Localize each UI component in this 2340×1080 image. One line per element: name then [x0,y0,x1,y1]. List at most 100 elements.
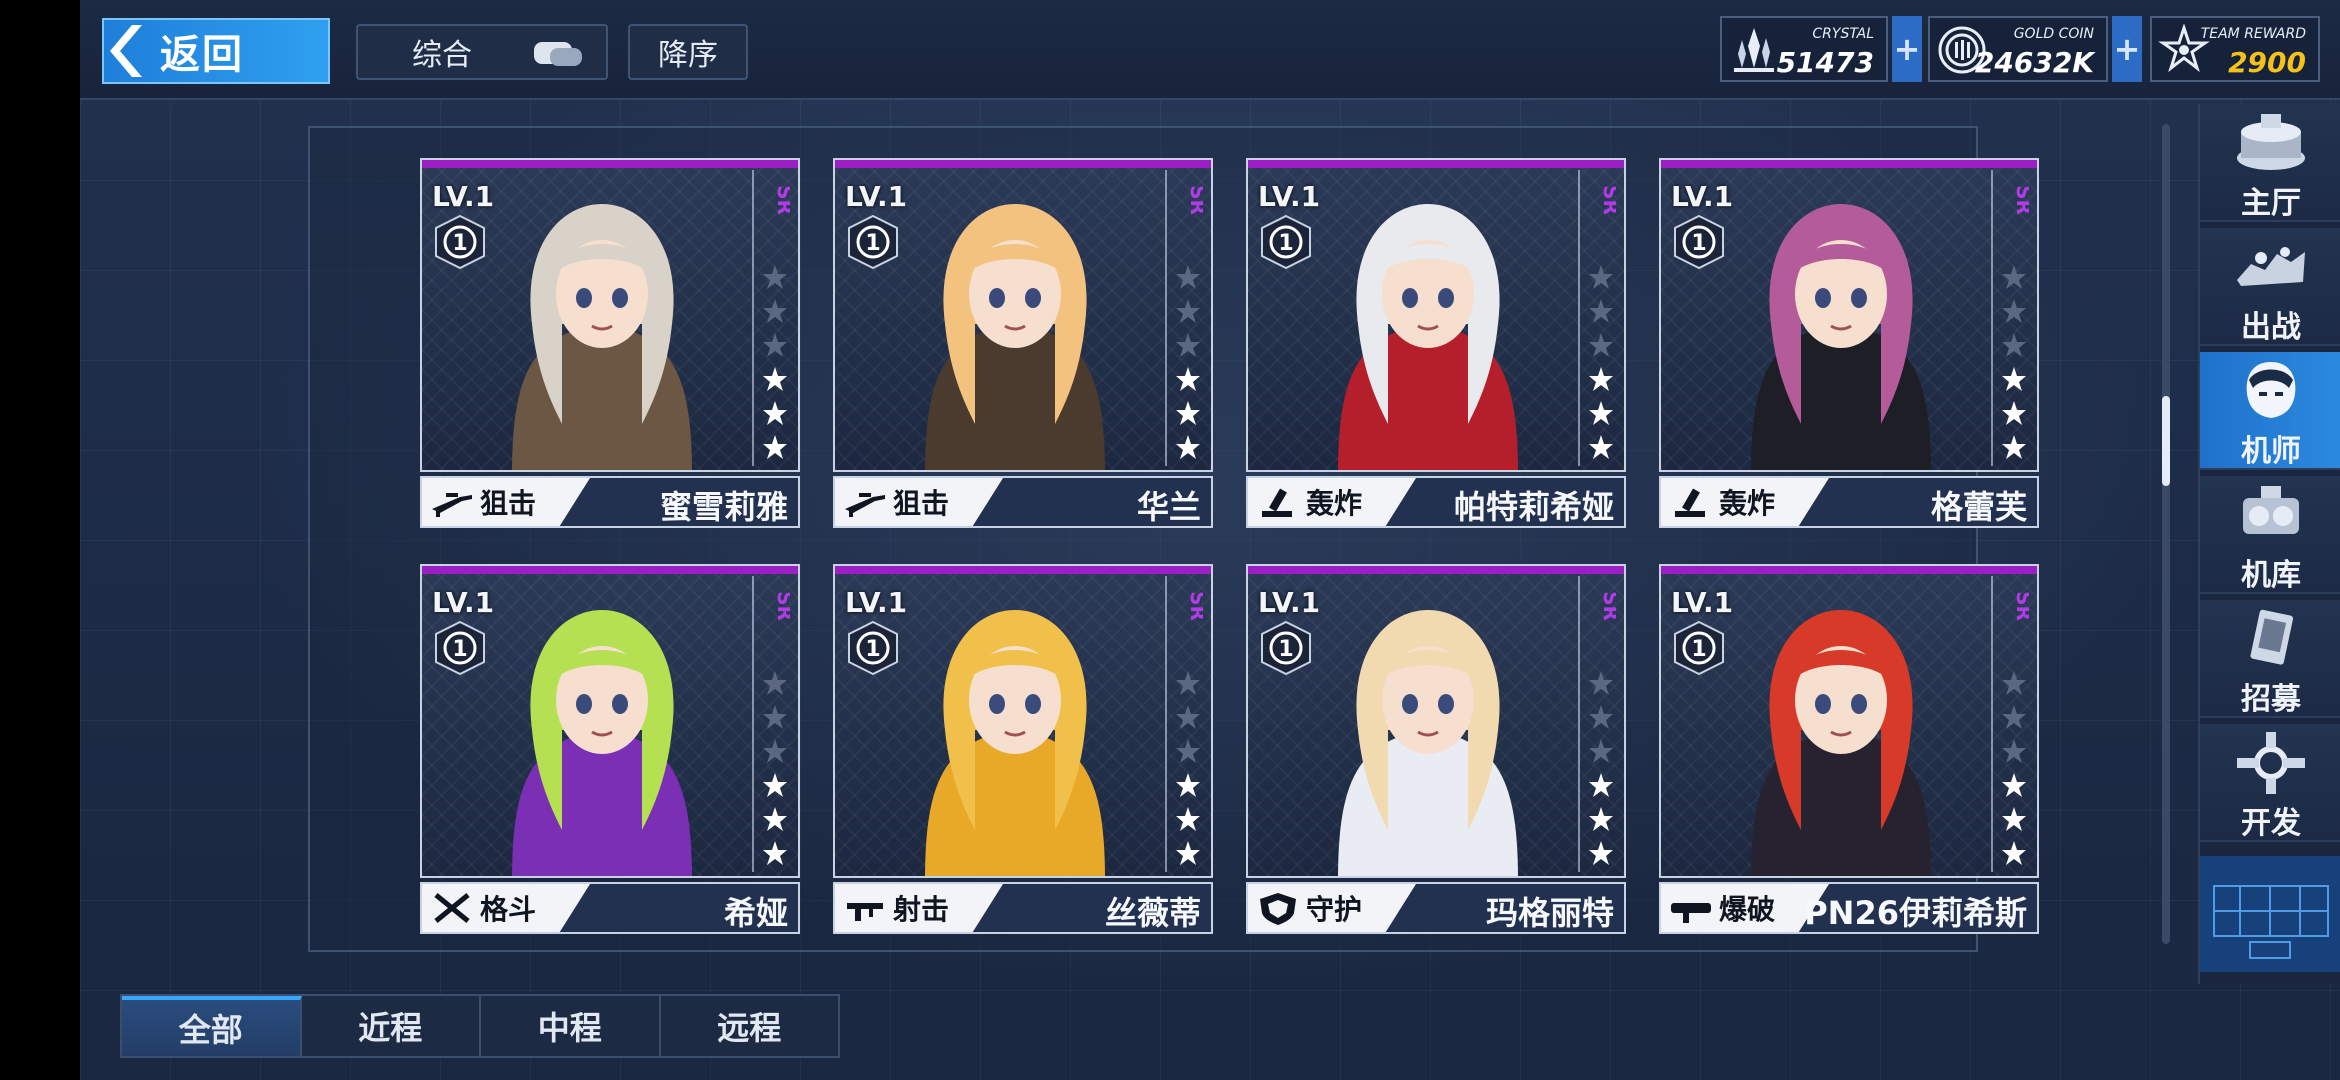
star-filled-icon [1176,401,1200,425]
star-rating [762,264,788,468]
level-badge-value: 1 [452,231,467,256]
pilot-role-label: 守护 [1306,893,1363,926]
pilot-portrait [512,204,692,470]
star-empty-icon [1589,671,1613,695]
team-reward-value: 2900 [2228,46,2306,79]
base-preview-image[interactable] [2200,856,2340,972]
star-empty-icon [1176,705,1200,729]
pilot-role: 狙击 [422,478,590,526]
pilot-role: 轰炸 [1248,478,1416,526]
pilot-portrait-frame: LV.1 1 SR [420,158,800,472]
side-navigation: 主厅 出战 机师 机库 招募 开发 [2198,104,2340,984]
sort-label: 综合 [412,38,472,73]
star-filled-icon [763,367,787,391]
star-rating [762,670,788,874]
level-badge-value: 1 [1691,231,1706,256]
nav-item-develop[interactable]: 开发 [2200,724,2340,842]
pilot-card[interactable]: LV.1 1 SR 守护 玛格丽特 [1246,564,1626,936]
star-empty-icon [763,333,787,357]
pilot-role-label: 狙击 [893,487,950,520]
pilot-card[interactable]: LV.1 1 SR 轰炸 帕特莉希娅 [1246,158,1626,530]
pilot-level: LV.1 [432,180,495,213]
rarity-text: SR [773,185,790,215]
level-badge-icon: 1 [1261,214,1311,270]
star-rating [2001,670,2027,874]
pilot-portrait-frame: LV.1 1 SR [1246,158,1626,472]
star-filled-icon [1176,841,1200,865]
order-button[interactable]: 降序 [628,24,748,80]
pilot-card[interactable]: LV.1 1 SR 轰炸 格蕾芙 [1659,158,2039,530]
tab-all[interactable]: 全部 [122,996,302,1056]
pilot-card[interactable]: LV.1 1 SR 射击 丝薇蒂 [833,564,1213,936]
scrollbar-track[interactable] [2162,124,2170,944]
rarity-bar [422,160,798,168]
nav-item-recruit[interactable]: 招募 [2200,600,2340,718]
crystal-add-button[interactable]: + [1892,16,1922,82]
nav-label-develop: 开发 [2241,806,2301,841]
pilot-portrait [512,610,692,876]
crystal-name: CRYSTAL [1812,26,1874,42]
pilot-name: 丝薇蒂 [1104,894,1201,932]
nav-item-main-hall[interactable]: 主厅 [2200,104,2340,222]
scrollbar-thumb[interactable] [2162,396,2170,486]
gold-coin-value: 24632K [1974,46,2094,79]
card-divider [1578,576,1580,872]
star-empty-icon [2002,671,2026,695]
order-label: 降序 [658,38,718,73]
pilot-card[interactable]: LV.1 1 SR 格斗 希娅 [420,564,800,936]
pilot-card[interactable]: LV.1 1 SR 爆破 PN26伊莉希斯 [1659,564,2039,936]
star-empty-icon [763,299,787,323]
star-rating [2001,264,2027,468]
nav-item-pilot[interactable]: 机师 [2200,352,2340,470]
star-filled-icon [763,841,787,865]
card-divider [1991,170,1993,466]
tab-short-range[interactable]: 近程 [302,996,481,1056]
gold-coin-name: GOLD COIN [2013,26,2094,42]
star-filled-icon [1589,841,1613,865]
pilot-level: LV.1 [1258,586,1321,619]
gold-coin-counter: GOLD COIN 24632K [1928,16,2108,82]
pilot-info-bar: 轰炸 帕特莉希娅 [1246,476,1626,528]
rarity-label: SR [773,185,790,215]
level-badge-icon: 1 [848,214,898,270]
card-divider [1165,170,1167,466]
gold-coin-add-button[interactable]: + [2112,16,2142,82]
pilot-name: 希娅 [723,894,788,932]
nav-label-sortie: 出战 [2241,310,2301,345]
pilot-name: 格蕾芙 [1930,488,2027,526]
star-filled-icon [1176,807,1200,831]
pilot-portrait-frame: LV.1 1 SR [420,564,800,878]
star-filled-icon [2002,401,2026,425]
star-filled-icon [1589,435,1613,459]
pilot-portrait [1338,204,1518,470]
mortar-icon [1262,488,1292,517]
pilot-card[interactable]: LV.1 1 SR 狙击 华兰 [833,158,1213,530]
nav-item-hangar[interactable]: 机库 [2200,476,2340,594]
star-empty-icon [2002,739,2026,763]
crystal-icon [1734,28,1774,72]
level-badge-value: 1 [1691,637,1706,662]
star-empty-icon [1176,265,1200,289]
star-filled-icon [1176,367,1200,391]
sort-button[interactable]: 综合 [356,24,608,80]
back-button[interactable]: 返回 [102,18,330,84]
pilot-portrait-frame: LV.1 1 SR [1659,564,2039,878]
star-filled-icon [763,807,787,831]
pilot-level: LV.1 [845,180,908,213]
star-rating [1175,264,1201,468]
recruit-icon [2250,609,2294,665]
base-map-icon [2200,856,2340,972]
tab-mid-range[interactable]: 中程 [481,996,661,1056]
nav-item-sortie[interactable]: 出战 [2200,228,2340,346]
star-empty-icon [1589,739,1613,763]
pilot-info-bar: 狙击 蜜雪莉雅 [420,476,800,528]
pilot-portrait-frame: LV.1 1 SR [833,564,1213,878]
pilot-level: LV.1 [1671,586,1734,619]
pilot-card[interactable]: LV.1 1 SR 狙击 蜜雪莉雅 [420,158,800,530]
tab-long-range[interactable]: 远程 [661,996,839,1056]
star-filled-icon [763,773,787,797]
pilot-name: 玛格丽特 [1485,894,1614,932]
pilot-role: 轰炸 [1661,478,1829,526]
team-reward-name: TEAM REWARD [2200,26,2306,42]
star-filled-icon [2002,367,2026,391]
